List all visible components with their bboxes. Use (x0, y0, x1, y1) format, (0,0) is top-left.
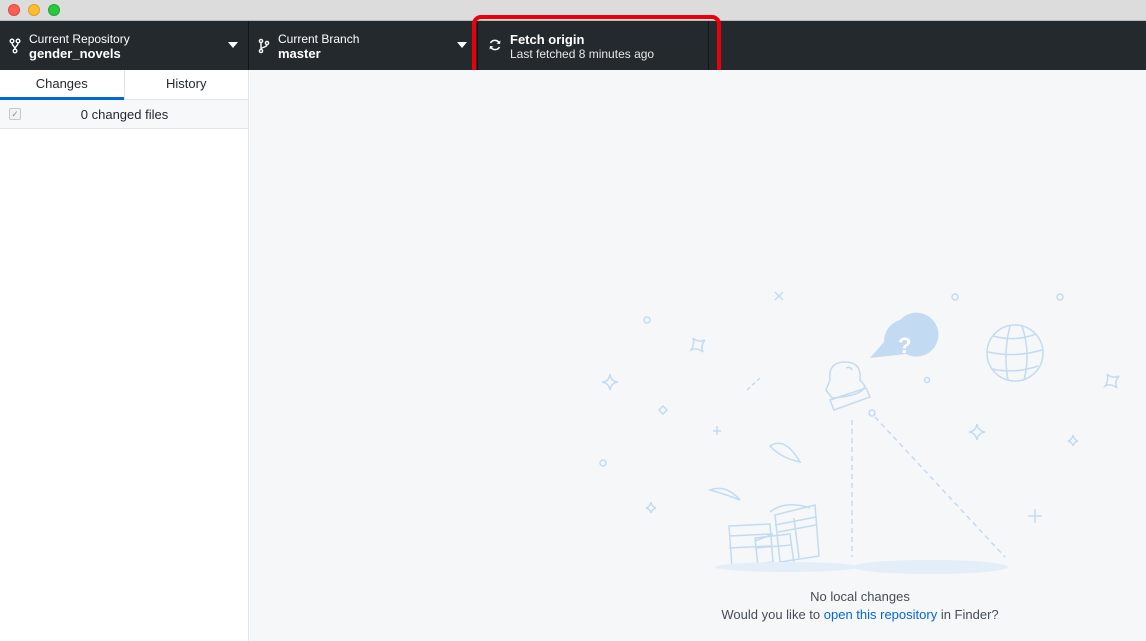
plus-sparkle-icon (713, 426, 721, 435)
dot-sparkle-icon (951, 293, 959, 301)
ground-shadow (715, 562, 859, 572)
open-repository-link[interactable]: open this repository (824, 607, 937, 622)
app-window: Current Repository gender_novels Current… (0, 0, 1146, 641)
sidebar-tabs: Changes History (0, 70, 248, 100)
changed-files-count: 0 changed files (80, 107, 169, 122)
x-sparkle-icon (774, 291, 784, 301)
chevron-down-icon (228, 42, 238, 48)
boxes-icon (728, 523, 774, 568)
light-beam (874, 416, 1006, 558)
fetch-origin-label: Fetch origin (510, 32, 585, 47)
star-sparkle-icon (1067, 434, 1079, 447)
changes-header: 0 changed files ✓ (0, 100, 248, 129)
current-repository-dropdown[interactable]: Current Repository gender_novels (0, 21, 249, 70)
open-in-finder-prompt: Would you like to open this repository i… (635, 607, 1085, 622)
star-sparkle-icon (601, 373, 619, 391)
star-sparkle-icon (968, 423, 986, 441)
zoom-window-button[interactable] (48, 4, 60, 16)
dash-icon (746, 377, 761, 391)
select-all-checkbox[interactable]: ✓ (9, 108, 21, 120)
blank-slate-panel: ? No local changes Would you like to ope… (250, 70, 1146, 641)
git-branch-icon (258, 38, 270, 54)
leaf-icon (707, 487, 741, 501)
current-branch-name: master (278, 46, 321, 61)
dot-sparkle-icon (599, 459, 607, 467)
chevron-down-icon (457, 42, 467, 48)
diamond-sparkle-icon (657, 404, 669, 416)
leaf-icon (768, 442, 802, 464)
star-sparkle-icon (688, 337, 706, 353)
prompt-text-after: in Finder? (937, 607, 999, 622)
last-fetched-status: Last fetched 8 minutes ago (510, 47, 655, 61)
dot-sparkle-icon (923, 376, 931, 384)
svg-text:?: ? (898, 333, 911, 358)
no-local-changes-title: No local changes (810, 589, 910, 604)
fetch-origin-button[interactable]: Fetch origin Last fetched 8 minutes ago (478, 21, 709, 70)
telescope-icon (825, 361, 866, 399)
plus-sparkle-icon (1028, 509, 1042, 523)
current-repository-label: Current Repository (29, 32, 130, 46)
tab-history[interactable]: History (123, 70, 249, 100)
star-sparkle-icon (645, 501, 657, 514)
no-changes-illustration: ? (599, 291, 1120, 574)
toolbar: Current Repository gender_novels Current… (0, 21, 1146, 70)
current-branch-dropdown[interactable]: Current Branch master (249, 21, 478, 70)
current-repository-name: gender_novels (29, 46, 121, 61)
star-sparkle-icon (1102, 373, 1120, 389)
dot-sparkle-icon (643, 316, 651, 324)
ground-shadow (852, 560, 1008, 574)
sync-icon (489, 39, 501, 51)
tab-changes[interactable]: Changes (0, 70, 124, 100)
current-branch-label: Current Branch (278, 32, 360, 46)
minimize-window-button[interactable] (28, 4, 40, 16)
title-bar (0, 0, 1146, 21)
dot-sparkle-icon (1056, 293, 1064, 301)
prompt-text-before: Would you like to (721, 607, 824, 622)
repo-icon (9, 38, 21, 54)
close-window-button[interactable] (8, 4, 20, 16)
sidebar: Changes History 0 changed files ✓ (0, 70, 249, 641)
